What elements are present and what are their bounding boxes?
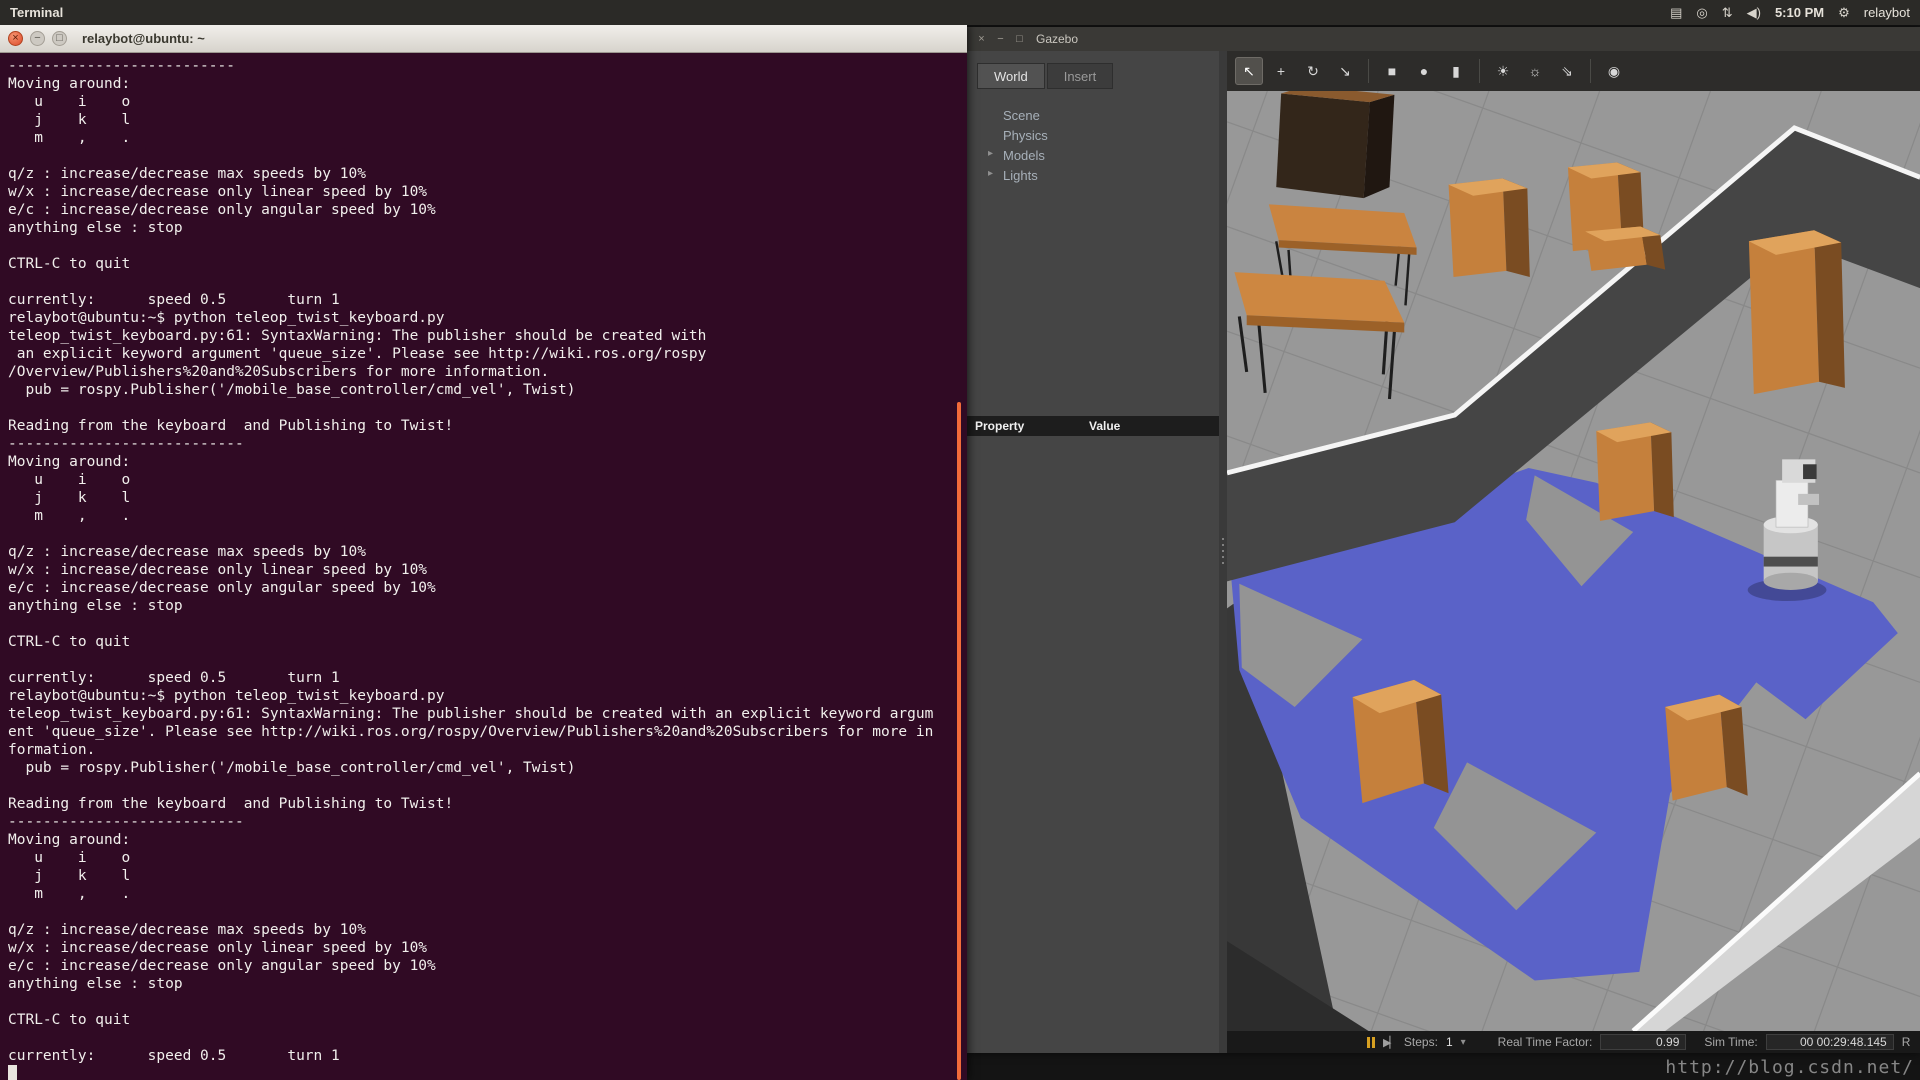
- toolbar-separator: [1479, 59, 1480, 83]
- terminal-window: × − □ relaybot@ubuntu: ~ ---------------…: [0, 25, 967, 1080]
- terminal-title: relaybot@ubuntu: ~: [82, 31, 205, 46]
- panel-tabs: World Insert: [967, 63, 1219, 89]
- tab-insert[interactable]: Insert: [1047, 63, 1114, 89]
- box-on-blue-left: [1353, 680, 1449, 803]
- rotate-tool-icon[interactable]: ↻: [1299, 57, 1327, 85]
- tab-world[interactable]: World: [977, 63, 1045, 89]
- network-indicator-icon[interactable]: ◎: [1696, 5, 1707, 21]
- top-panel: Terminal ▤ ◎ ⇅ ◀) 5:10 PM ⚙ relaybot: [0, 0, 1920, 25]
- scene-svg: [1227, 91, 1920, 1031]
- steps-value[interactable]: 1: [1446, 1035, 1453, 1049]
- printer-indicator-icon[interactable]: ▤: [1670, 5, 1682, 21]
- sim-time-value[interactable]: 00 00:29:48.145: [1766, 1034, 1894, 1050]
- terminal-prompt-line: [8, 1065, 967, 1080]
- panel-splitter[interactable]: [1219, 51, 1227, 1053]
- system-tray: ▤ ◎ ⇅ ◀) 5:10 PM ⚙ relaybot: [1670, 5, 1910, 21]
- session-gear-icon[interactable]: ⚙: [1838, 5, 1850, 21]
- real-time-factor-value[interactable]: 0.99: [1600, 1034, 1686, 1050]
- gazebo-titlebar[interactable]: × − □ Gazebo: [967, 27, 1920, 51]
- tree-item-physics[interactable]: Physics: [1003, 125, 1219, 145]
- property-column-header[interactable]: Property: [967, 419, 1089, 433]
- volume-icon[interactable]: ◀): [1747, 5, 1761, 21]
- gazebo-title: Gazebo: [1036, 32, 1078, 46]
- terminal-cursor: [8, 1065, 17, 1080]
- real-time-factor-label: Real Time Factor:: [1498, 1035, 1593, 1049]
- spot-light-icon[interactable]: ☼: [1521, 57, 1549, 85]
- tree-item-lights[interactable]: ▸ Lights: [1003, 165, 1219, 185]
- property-table-header: Property Value: [967, 416, 1219, 436]
- cylinder-shape-icon[interactable]: ▮: [1442, 57, 1470, 85]
- terminal-body[interactable]: -------------------------- Moving around…: [0, 53, 967, 1080]
- maximize-icon[interactable]: □: [52, 31, 67, 46]
- close-icon[interactable]: ×: [975, 33, 988, 45]
- gazebo-3d-viewport[interactable]: [1227, 91, 1920, 1031]
- bookshelf-a: [1449, 178, 1530, 277]
- small-box: [1585, 227, 1665, 271]
- tree-item-label: Scene: [1003, 108, 1040, 123]
- value-column-header[interactable]: Value: [1089, 419, 1120, 433]
- world-tree: Scene Physics ▸ Models ▸ Lights: [967, 105, 1219, 185]
- tree-item-label: Models: [1003, 148, 1045, 163]
- real-time-label: R: [1902, 1035, 1911, 1049]
- csdn-watermark: http://blog.csdn.net/: [1665, 1057, 1914, 1078]
- gazebo-content: World Insert Scene Physics ▸ Models ▸: [967, 51, 1920, 1053]
- directional-light-icon[interactable]: ⇘: [1553, 57, 1581, 85]
- sim-time-label: Sim Time:: [1704, 1035, 1757, 1049]
- close-icon[interactable]: ×: [8, 31, 23, 46]
- updown-arrows-icon[interactable]: ⇅: [1722, 5, 1733, 21]
- expander-icon: ▸: [988, 169, 993, 179]
- tree-item-label: Physics: [1003, 128, 1048, 143]
- terminal-titlebar[interactable]: × − □ relaybot@ubuntu: ~: [0, 25, 967, 53]
- terminal-scrollbar[interactable]: [957, 402, 961, 1080]
- dark-shelf: [1276, 91, 1394, 198]
- scale-tool-icon[interactable]: ↘: [1331, 57, 1359, 85]
- tree-item-scene[interactable]: Scene: [1003, 105, 1219, 125]
- box-on-blue-right: [1665, 695, 1747, 801]
- property-table-body: [967, 436, 1219, 1053]
- expander-icon: ▸: [988, 149, 993, 159]
- box-inside-wall: [1596, 422, 1674, 521]
- gazebo-viewport-column: ↖ + ↻ ↘ ■ ● ▮ ☀ ☼ ⇘ ◉: [1227, 51, 1920, 1053]
- point-light-icon[interactable]: ☀: [1489, 57, 1517, 85]
- minimize-icon[interactable]: −: [30, 31, 45, 46]
- minimize-icon[interactable]: −: [994, 33, 1007, 45]
- tree-item-models[interactable]: ▸ Models: [1003, 145, 1219, 165]
- box-shape-icon[interactable]: ■: [1378, 57, 1406, 85]
- maximize-icon[interactable]: □: [1013, 33, 1026, 45]
- translate-tool-icon[interactable]: +: [1267, 57, 1295, 85]
- panel-spacer: [967, 185, 1219, 416]
- pause-button[interactable]: [1367, 1037, 1375, 1048]
- steps-dropdown-icon[interactable]: ▾: [1461, 1037, 1466, 1048]
- sphere-shape-icon[interactable]: ●: [1410, 57, 1438, 85]
- clock[interactable]: 5:10 PM: [1775, 5, 1824, 20]
- steps-label: Steps:: [1404, 1035, 1438, 1049]
- terminal-output: -------------------------- Moving around…: [8, 57, 967, 1065]
- toolbar-separator: [1590, 59, 1591, 83]
- step-button[interactable]: ▶▏: [1383, 1036, 1396, 1049]
- gazebo-toolbar: ↖ + ↻ ↘ ■ ● ▮ ☀ ☼ ⇘ ◉: [1227, 51, 1920, 91]
- bookshelf-right: [1749, 230, 1845, 394]
- toolbar-separator: [1368, 59, 1369, 83]
- gazebo-left-panel: World Insert Scene Physics ▸ Models ▸: [967, 51, 1219, 1053]
- tree-item-label: Lights: [1003, 168, 1038, 183]
- screenshot-camera-icon[interactable]: ◉: [1600, 57, 1628, 85]
- gazebo-window: × − □ Gazebo World Insert Scene Physics: [967, 27, 1920, 1053]
- select-tool-icon[interactable]: ↖: [1235, 57, 1263, 85]
- gazebo-status-bar: ▶▏ Steps: 1 ▾ Real Time Factor: 0.99 Sim…: [1227, 1031, 1920, 1053]
- session-user-label[interactable]: relaybot: [1864, 5, 1910, 20]
- active-app-title: Terminal: [10, 5, 63, 20]
